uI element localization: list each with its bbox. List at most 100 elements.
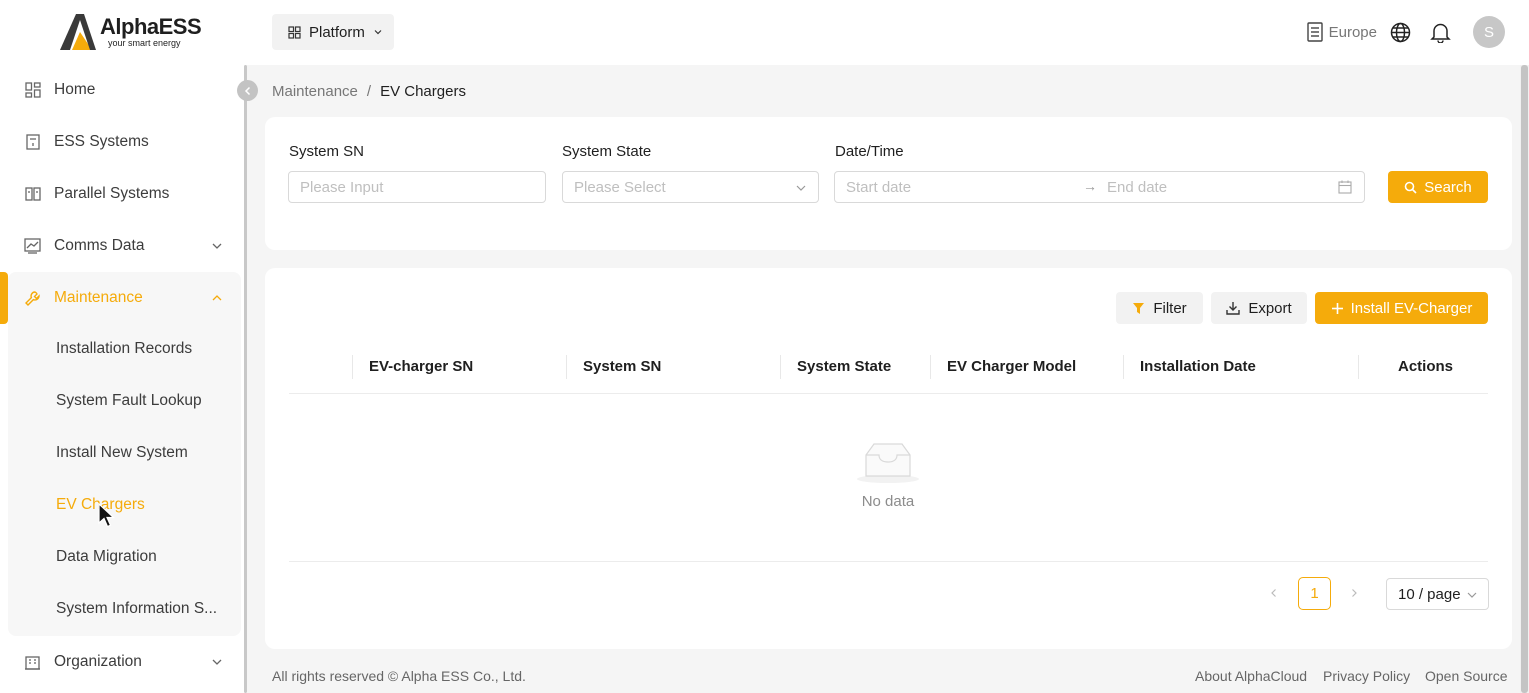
page-scrollbar-thumb[interactable] <box>1521 65 1528 693</box>
document-icon <box>24 134 41 151</box>
bell-icon[interactable] <box>1430 21 1451 43</box>
sidebar-item-label: Parallel Systems <box>54 185 170 202</box>
logo-mark-icon <box>60 14 96 50</box>
sidebar-item-organization[interactable]: Organization <box>0 636 244 688</box>
column-header-ev-charger-model[interactable]: EV Charger Model <box>947 358 1076 375</box>
sidebar-item-ess-systems[interactable]: ESS Systems <box>0 116 244 168</box>
chevron-up-icon <box>212 295 222 301</box>
install-ev-charger-button[interactable]: Install EV-Charger <box>1315 292 1488 324</box>
column-header-installation-date[interactable]: Installation Date <box>1140 358 1256 375</box>
chevron-left-icon <box>244 86 250 95</box>
breadcrumb: Maintenance / EV Chargers <box>272 83 466 100</box>
sidebar-item-label: Comms Data <box>54 237 145 254</box>
footer-link-open-source[interactable]: Open Source <box>1425 668 1508 684</box>
column-divider <box>1123 355 1124 379</box>
breadcrumb-separator: / <box>366 83 372 100</box>
region-selector[interactable]: Europe <box>1306 22 1377 42</box>
table-divider <box>289 561 1488 562</box>
breadcrumb-parent[interactable]: Maintenance <box>272 83 358 100</box>
install-ev-charger-label: Install EV-Charger <box>1350 299 1473 317</box>
download-icon <box>1226 302 1241 315</box>
sidebar-collapse-button[interactable] <box>237 80 258 101</box>
system-state-placeholder: Please Select <box>574 178 666 196</box>
sidebar-subitem-install-new-system[interactable]: Install New System <box>56 444 188 462</box>
book-icon <box>24 186 41 203</box>
sidebar-item-label: Organization <box>54 653 142 670</box>
date-range-picker[interactable]: Start date → End date <box>834 171 1365 203</box>
region-label: Europe <box>1328 23 1377 41</box>
page-number-current[interactable]: 1 <box>1298 577 1331 610</box>
column-header-actions: Actions <box>1398 358 1454 375</box>
logo-tagline: your smart energy <box>108 38 181 48</box>
datetime-label: Date/Time <box>835 143 904 160</box>
sidebar-item-comms-data[interactable]: Comms Data <box>0 220 244 272</box>
chevron-left-icon <box>1271 589 1276 597</box>
footer-link-privacy[interactable]: Privacy Policy <box>1323 668 1410 684</box>
home-grid-icon <box>24 82 41 99</box>
column-divider <box>780 355 781 379</box>
top-bar: Platform Europe S <box>247 0 1529 65</box>
export-button-label: Export <box>1248 299 1292 317</box>
chevron-right-icon <box>1352 589 1357 597</box>
system-sn-placeholder: Please Input <box>300 178 384 196</box>
sidebar-subitem-data-migration[interactable]: Data Migration <box>56 548 157 566</box>
sidebar-item-parallel-systems[interactable]: Parallel Systems <box>0 168 244 220</box>
sidebar-item-label: ESS Systems <box>54 133 149 150</box>
mouse-cursor-icon <box>98 503 116 528</box>
sidebar-item-maintenance[interactable]: Maintenance <box>0 272 244 324</box>
chevron-down-icon <box>1467 592 1477 598</box>
breadcrumb-current: EV Chargers <box>380 83 466 100</box>
logo-brand: AlphaESS <box>100 14 202 39</box>
page-scrollbar[interactable] <box>1520 65 1529 693</box>
plus-icon <box>1331 302 1343 314</box>
page-size-select[interactable]: 10 / page <box>1386 578 1489 610</box>
sidebar-subitem-system-fault-lookup[interactable]: System Fault Lookup <box>56 392 202 410</box>
system-state-label: System State <box>562 143 652 160</box>
system-state-select[interactable]: Please Select <box>562 171 819 203</box>
column-divider <box>930 355 931 379</box>
alphaess-logo[interactable]: AlphaESS your smart energy <box>58 12 202 52</box>
avatar[interactable]: S <box>1473 16 1505 48</box>
column-divider <box>566 355 567 379</box>
export-button[interactable]: Export <box>1211 292 1307 324</box>
prev-page-button[interactable] <box>1266 585 1282 601</box>
globe-icon[interactable] <box>1390 22 1411 43</box>
start-date-placeholder[interactable]: Start date <box>846 179 911 196</box>
search-button-label: Search <box>1424 178 1472 196</box>
column-header-system-state[interactable]: System State <box>797 358 891 375</box>
grid-icon <box>288 25 301 39</box>
sidebar-scrollbar[interactable] <box>244 65 247 693</box>
end-date-placeholder[interactable]: End date <box>1107 179 1167 196</box>
chevron-down-icon <box>212 659 222 665</box>
next-page-button[interactable] <box>1346 585 1362 601</box>
platform-label: Platform <box>309 23 365 41</box>
footer-copyright: All rights reserved © Alpha ESS Co., Ltd… <box>272 668 526 684</box>
server-icon <box>1306 22 1323 42</box>
arrow-right-icon: → <box>1083 178 1097 194</box>
sidebar-subitem-installation-records[interactable]: Installation Records <box>56 340 192 358</box>
empty-state <box>848 440 928 487</box>
filter-button-label: Filter <box>1153 299 1187 317</box>
column-header-system-sn[interactable]: System SN <box>583 358 661 375</box>
funnel-icon <box>1133 302 1145 314</box>
search-icon <box>1404 181 1417 194</box>
chart-icon <box>24 238 41 255</box>
calendar-icon <box>1338 180 1352 194</box>
sidebar-subitem-system-information[interactable]: System Information S... <box>56 600 217 618</box>
empty-state-text: No data <box>861 493 915 510</box>
building-icon <box>24 654 41 671</box>
sidebar: AlphaESS your smart energy Home ESS Syst… <box>0 0 247 693</box>
search-button[interactable]: Search <box>1388 171 1488 203</box>
filter-button[interactable]: Filter <box>1116 292 1203 324</box>
sidebar-item-home[interactable]: Home <box>0 64 244 116</box>
chevron-down-icon <box>212 243 222 249</box>
wrench-icon <box>24 290 41 307</box>
footer-link-about[interactable]: About AlphaCloud <box>1195 668 1307 684</box>
system-sn-label: System SN <box>289 143 365 160</box>
column-header-ev-charger-sn[interactable]: EV-charger SN <box>369 358 473 375</box>
empty-inbox-icon <box>857 443 919 483</box>
sidebar-item-label: Home <box>54 81 96 98</box>
platform-menu-button[interactable]: Platform <box>272 14 394 50</box>
system-sn-input[interactable]: Please Input <box>288 171 546 203</box>
page-size-value: 10 / page <box>1398 585 1461 603</box>
